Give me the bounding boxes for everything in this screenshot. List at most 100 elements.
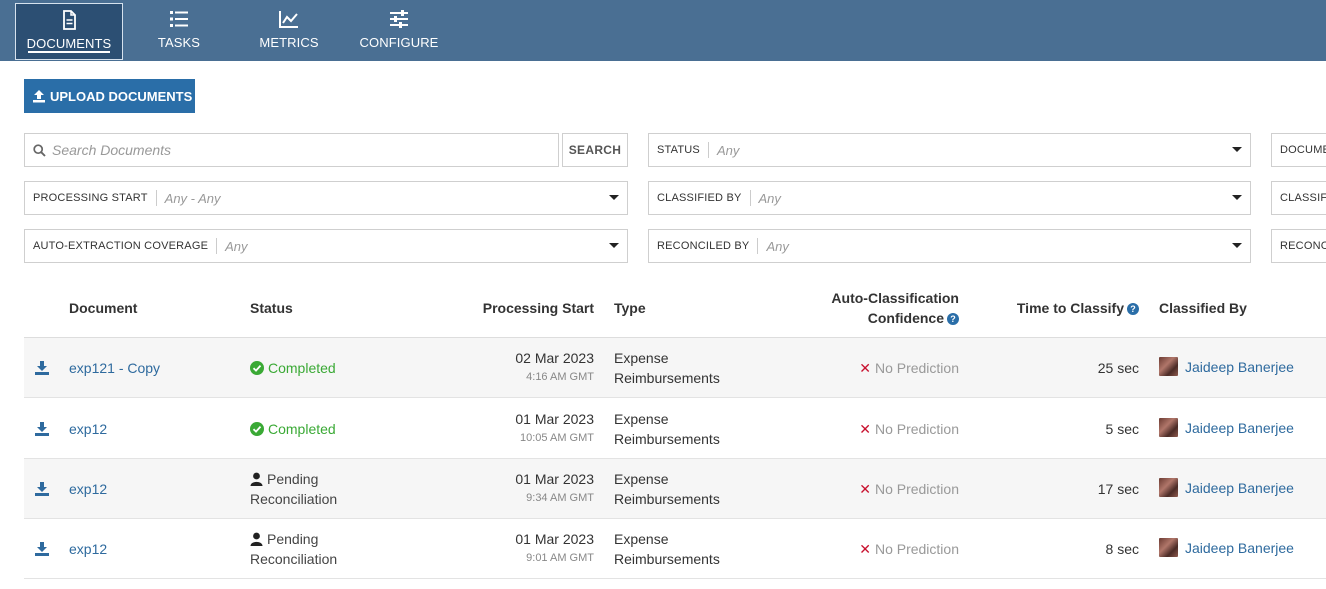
caret-down-icon [609,195,619,200]
prediction-cell: ✕ No Prediction [859,479,959,499]
filter-separator [155,190,157,206]
close-x-icon: ✕ [859,421,871,437]
classifier-link[interactable]: Jaideep Banerjee [1185,540,1294,556]
download-icon[interactable] [35,482,49,496]
table-row[interactable]: exp121 - Copy Completed 02 Mar 2023 4:16… [24,338,1326,398]
status-text: Pending [267,471,319,487]
classification-filter[interactable]: CLASSIFI [1271,181,1326,215]
search-input[interactable] [52,142,532,158]
download-icon[interactable] [35,422,49,436]
nav-documents-label: DOCUMENTS [26,36,112,51]
list-icon [170,11,188,27]
column-header-confidence-line2: Confidence? [831,308,959,328]
type-line1: Expense [614,531,669,547]
column-header-confidence-line2-text: Confidence [867,310,944,326]
processing-start-cell: 01 Mar 2023 10:05 AM GMT [515,409,594,447]
auto-extraction-filter-label: AUTO-EXTRACTION COVERAGE [33,240,209,252]
nav-tasks[interactable]: TASKS [134,3,224,60]
close-x-icon: ✕ [859,541,871,557]
type-line2: Reimbursements [614,431,720,447]
reconciliation-filter-label: RECONC [1280,240,1326,252]
status-filter-value: Any [716,142,740,158]
classified-by-filter-value: Any [758,190,781,206]
reconciliation-filter[interactable]: RECONC [1271,229,1326,263]
nav-metrics[interactable]: METRICS [244,3,334,60]
caret-down-icon [1232,195,1242,200]
processing-time: 9:01 AM GMT [526,552,594,564]
column-header-time-to-classify[interactable]: Time to Classify? [1017,298,1139,318]
classifier-link[interactable]: Jaideep Banerjee [1185,420,1294,436]
prediction-text: No Prediction [874,421,959,437]
processing-start-cell: 01 Mar 2023 9:34 AM GMT [515,469,594,507]
column-header-processing-start[interactable]: Processing Start [483,298,594,318]
column-header-document[interactable]: Document [69,298,137,318]
upload-icon [33,90,45,103]
document-link[interactable]: exp12 [69,419,107,439]
classifier-link[interactable]: Jaideep Banerjee [1185,480,1294,496]
type-cell: Expense Reimbursements [614,409,720,449]
type-cell: Expense Reimbursements [614,469,720,509]
document-link[interactable]: exp121 - Copy [69,358,160,378]
classified-by-filter-label: CLASSIFIED BY [657,192,742,204]
auto-extraction-filter[interactable]: AUTO-EXTRACTION COVERAGE Any [24,229,628,263]
table-row[interactable]: exp12 Pending Reconciliation 01 Mar 2023… [24,519,1326,579]
status-filter-label: STATUS [657,144,700,156]
status-line1: Pending [250,469,337,489]
column-header-status[interactable]: Status [250,298,293,318]
document-type-filter-label: DOCUME [1280,144,1326,156]
reconciled-by-filter-value: Any [766,238,789,254]
status-line2: Reconciliation [250,491,338,507]
active-tab-underline [28,51,110,53]
nav-metrics-label: METRICS [259,35,319,50]
type-line2: Reimbursements [614,491,720,507]
table-row[interactable]: exp12 Pending Reconciliation 01 Mar 2023… [24,459,1326,519]
classified-by-filter[interactable]: CLASSIFIED BY Any [648,181,1251,215]
prediction-text: No Prediction [874,481,959,497]
table-header: Document Status Processing Start Type Au… [24,279,1326,338]
status-line2: Reconciliation [250,551,338,567]
help-icon[interactable]: ? [1127,303,1139,315]
processing-time: 9:34 AM GMT [526,492,594,504]
classified-by-cell: Jaideep Banerjee [1159,538,1294,558]
processing-start-cell: 02 Mar 2023 4:16 AM GMT [515,348,594,386]
time-to-classify-cell: 25 sec [1097,360,1139,376]
download-icon[interactable] [35,542,49,556]
classified-by-cell: Jaideep Banerjee [1159,357,1294,377]
status-cell: Pending Reconciliation [250,469,337,509]
type-line2: Reimbursements [614,551,720,567]
nav-configure-label: CONFIGURE [359,35,439,50]
document-link[interactable]: exp12 [69,539,107,559]
search-button[interactable]: SEARCH [562,133,628,167]
auto-extraction-filter-value: Any [225,238,248,254]
filter-separator [707,142,709,158]
download-icon[interactable] [35,361,49,375]
processing-start-cell: 01 Mar 2023 9:01 AM GMT [515,529,594,567]
nav-configure[interactable]: CONFIGURE [354,3,444,60]
processing-start-filter-value: Any - Any [164,190,221,206]
processing-date: 01 Mar 2023 [515,411,594,427]
prediction-cell: ✕ No Prediction [859,358,959,378]
type-cell: Expense Reimbursements [614,348,720,388]
classification-filter-label: CLASSIFI [1280,192,1326,204]
processing-start-filter[interactable]: PROCESSING START Any - Any [24,181,628,215]
status-cell: Completed [250,358,336,378]
status-filter[interactable]: STATUS Any [648,133,1251,167]
document-icon [63,10,76,30]
time-to-classify-cell: 17 sec [1097,481,1139,497]
table-row[interactable]: exp12 Completed 01 Mar 2023 10:05 AM GMT… [24,399,1326,459]
search-icon [33,143,46,157]
classifier-link[interactable]: Jaideep Banerjee [1185,359,1294,375]
help-icon[interactable]: ? [947,313,959,325]
column-header-classified-by[interactable]: Classified By [1159,298,1247,318]
document-type-filter[interactable]: DOCUME [1271,133,1326,167]
document-link[interactable]: exp12 [69,479,107,499]
upload-documents-button[interactable]: UPLOAD DOCUMENTS [24,79,195,113]
status-text: Completed [268,421,336,437]
search-field [24,133,559,167]
column-header-confidence[interactable]: Auto-Classification Confidence? [831,288,959,328]
column-header-type[interactable]: Type [614,298,646,318]
nav-documents[interactable]: DOCUMENTS [15,3,123,60]
reconciled-by-filter[interactable]: RECONCILED BY Any [648,229,1251,263]
avatar [1159,357,1178,376]
status-line1: Pending [250,529,337,549]
